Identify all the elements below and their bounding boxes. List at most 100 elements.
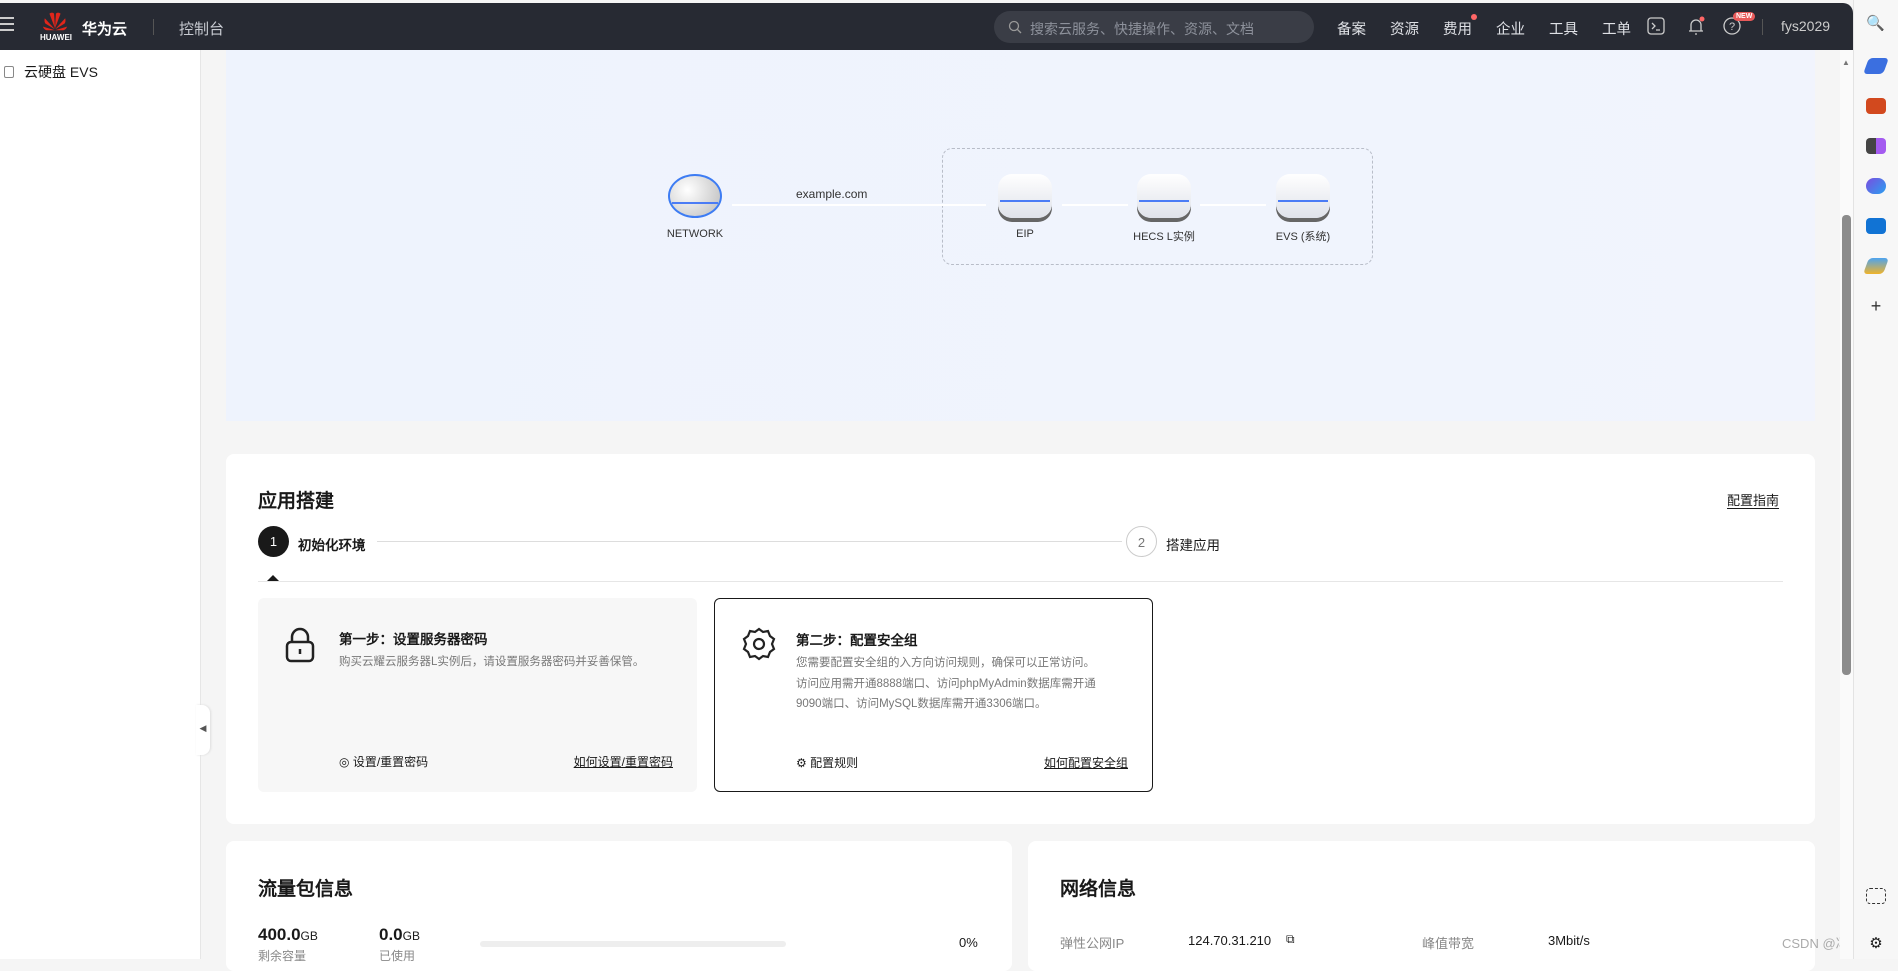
- nav-enterprise[interactable]: 企业: [1496, 18, 1525, 39]
- office-icon[interactable]: [1866, 178, 1886, 194]
- traffic-card: 流量包信息 400.0GB 剩余容量 0.0GB 已使用 0%: [226, 841, 1012, 971]
- menu-icon[interactable]: [0, 17, 14, 31]
- node-label: NETWORK: [666, 228, 724, 240]
- huawei-logo: [42, 12, 68, 31]
- brand-name[interactable]: 华为云: [82, 18, 127, 39]
- console-link[interactable]: 控制台: [179, 18, 224, 39]
- sidebar-item-evs[interactable]: 云硬盘 EVS: [4, 62, 98, 82]
- sidebar: 云硬盘 EVS: [0, 50, 201, 959]
- server-icon: [1137, 174, 1191, 218]
- step-1-indicator[interactable]: 1: [258, 526, 289, 557]
- node-label: EVS (系统): [1275, 231, 1331, 243]
- used-label: 已使用: [379, 949, 416, 963]
- domain-label: example.com: [796, 187, 868, 201]
- svg-text:?: ?: [1729, 21, 1735, 33]
- section-title: 应用搭建: [258, 491, 335, 512]
- remaining-label: 剩余容量: [258, 949, 307, 963]
- card-desc-ports: 访问应用需开通8888端口、访问phpMyAdmin数据库需开通9090端口、访…: [796, 678, 1096, 710]
- disk-icon: [1276, 174, 1330, 218]
- section-title: 网络信息: [1060, 879, 1137, 900]
- usage-percent: 0%: [959, 935, 978, 950]
- value: 0.0: [379, 925, 403, 944]
- bandwidth-value: 3Mbit/s: [1548, 933, 1590, 948]
- eip-icon: [998, 174, 1052, 218]
- copy-icon[interactable]: ⧉: [1286, 932, 1295, 947]
- action-label: 设置/重置密码: [352, 755, 429, 769]
- node-network: NETWORK: [640, 174, 750, 240]
- games-icon[interactable]: [1866, 138, 1886, 154]
- huawei-logo-text: HUAWEI: [40, 33, 72, 42]
- user-menu[interactable]: fys2029: [1781, 18, 1830, 34]
- collapse-sidebar-button[interactable]: ◀: [196, 705, 210, 755]
- scrollbar[interactable]: ▲: [1840, 50, 1853, 959]
- node-label: HECS L实例: [1133, 231, 1195, 243]
- card-title: 第二步：配置安全组: [796, 633, 918, 648]
- step-2-indicator[interactable]: 2: [1126, 526, 1157, 557]
- nav-beian[interactable]: 备案: [1337, 18, 1366, 39]
- value: 400.0: [258, 925, 301, 944]
- remaining-value: 400.0GB: [258, 925, 318, 945]
- how-reset-password-link[interactable]: 如何设置/重置密码: [574, 753, 673, 770]
- ip-value: 124.70.31.210: [1188, 933, 1272, 948]
- bell-icon[interactable]: [1686, 16, 1706, 36]
- used-value: 0.0GB: [379, 925, 420, 945]
- divider: [153, 19, 154, 35]
- search-icon: [1008, 20, 1022, 34]
- search-icon[interactable]: 🔍: [1866, 14, 1886, 32]
- divider: [1762, 19, 1763, 35]
- globe-icon: [668, 174, 722, 218]
- reset-password-button[interactable]: ◎ 设置/重置密码: [339, 753, 428, 770]
- section-title: 流量包信息: [258, 879, 354, 900]
- tag-icon[interactable]: [1863, 58, 1889, 74]
- ip-label: 弹性公网IP: [1060, 936, 1125, 951]
- config-guide-link[interactable]: 配置指南: [1727, 490, 1779, 509]
- lock-icon: [285, 627, 315, 663]
- settings-icon[interactable]: ⚙: [1866, 934, 1886, 952]
- card-title: 第一步：设置服务器密码: [339, 632, 488, 647]
- nav-resources[interactable]: 资源: [1390, 18, 1419, 39]
- usage-progress-bar: [480, 941, 786, 947]
- disk-icon: [4, 66, 14, 78]
- gear-icon: [742, 627, 776, 661]
- search-input[interactable]: 搜索云服务、快捷操作、资源、文档: [994, 11, 1314, 43]
- configure-rules-button[interactable]: ⚙ 配置规则: [796, 754, 858, 771]
- browser-side-rail: 🔍 + ⚙: [1853, 0, 1898, 959]
- node-eip: EIP: [970, 174, 1080, 240]
- unit: GB: [402, 929, 420, 943]
- sidebar-item-label: 云硬盘 EVS: [24, 64, 98, 80]
- search-placeholder: 搜索云服务、快捷操作、资源、文档: [1030, 21, 1254, 37]
- network-card: 网络信息 弹性公网IP 124.70.31.210 ⧉ 峰值带宽 3Mbit/s: [1028, 841, 1815, 971]
- node-label: EIP: [1016, 228, 1034, 240]
- step-1-label[interactable]: 初始化环境: [298, 534, 366, 554]
- scroll-up-arrow[interactable]: ▲: [1842, 58, 1850, 67]
- step-card-password: 第一步：设置服务器密码 购买云耀云服务器L实例后，请设置服务器密码并妥善保管。 …: [258, 598, 697, 792]
- step-connector: [377, 541, 1122, 542]
- toolbox-icon[interactable]: [1866, 98, 1886, 114]
- nav-tickets[interactable]: 工单: [1602, 18, 1631, 39]
- step-card-security-group: 第二步：配置安全组 您需要配置安全组的入方向访问规则，确保可以正常访问。 访问应…: [714, 598, 1153, 792]
- nav-billing[interactable]: 费用: [1443, 14, 1477, 39]
- nav-billing-label: 费用: [1443, 22, 1472, 38]
- action-label: 配置规则: [810, 756, 859, 770]
- unit: GB: [300, 929, 318, 943]
- new-badge: NEW: [1733, 12, 1756, 21]
- card-desc: 您需要配置安全组的入方向访问规则，确保可以正常访问。: [796, 657, 1095, 669]
- terminal-icon[interactable]: [1646, 16, 1666, 36]
- outlook-icon[interactable]: [1866, 218, 1886, 234]
- node-evs: EVS (系统): [1248, 174, 1358, 244]
- card-desc: 购买云耀云服务器L实例后，请设置服务器密码并妥善保管。: [339, 656, 645, 668]
- bandwidth-label: 峰值带宽: [1422, 936, 1475, 951]
- connector-line: [732, 204, 986, 206]
- step-2-label[interactable]: 搭建应用: [1166, 534, 1220, 554]
- scrollbar-thumb[interactable]: [1842, 215, 1851, 675]
- top-bar: HUAWEI 华为云 控制台 搜索云服务、快捷操作、资源、文档 备案 资源 费用…: [0, 3, 1853, 50]
- add-icon[interactable]: +: [1866, 297, 1886, 315]
- screenshot-icon[interactable]: [1866, 888, 1886, 904]
- telegram-icon[interactable]: [1863, 258, 1889, 274]
- notification-dot: [1471, 14, 1477, 20]
- divider: [258, 581, 1783, 582]
- top-nav: 备案 资源 费用 企业 工具 工单: [1337, 14, 1631, 39]
- how-config-security-group-link[interactable]: 如何配置安全组: [1044, 754, 1128, 771]
- node-hecs: HECS L实例: [1109, 174, 1219, 244]
- nav-tools[interactable]: 工具: [1549, 18, 1578, 39]
